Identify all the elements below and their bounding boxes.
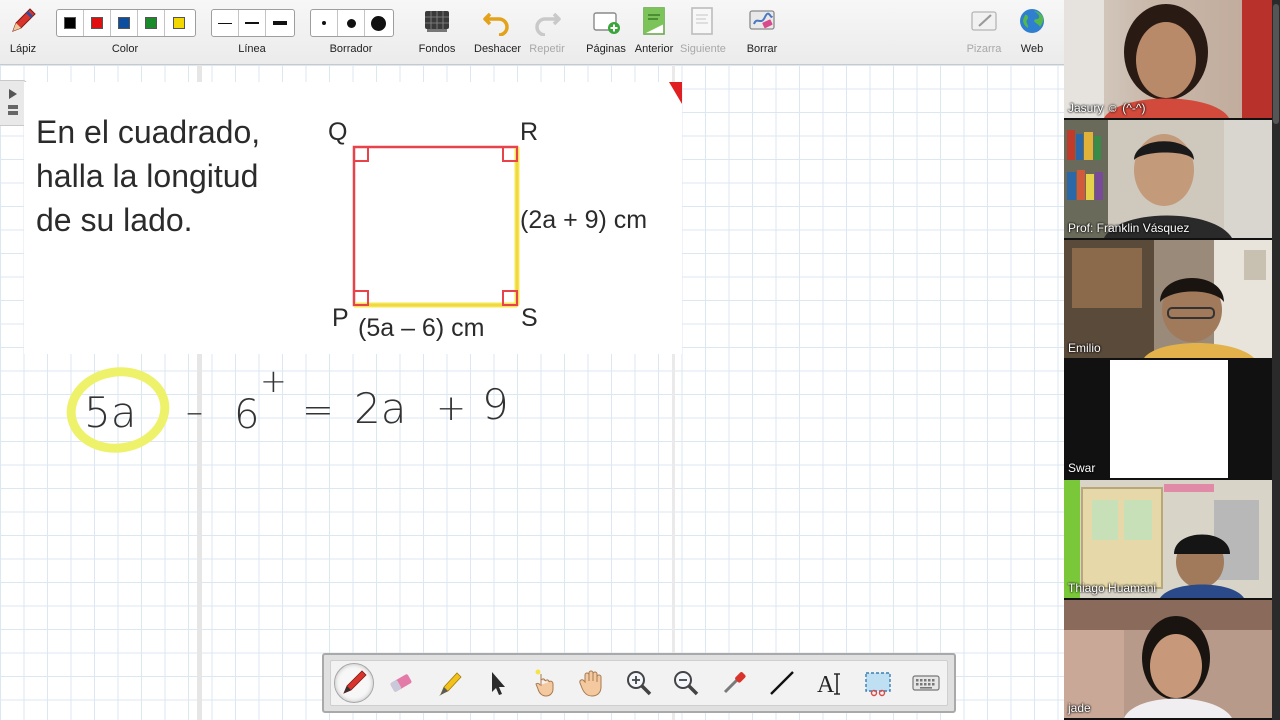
color-picker-button[interactable] [714, 663, 754, 703]
participants-panel: Jasury ☺ (^-^) Prof: Franklin Vásquez Em… [1064, 0, 1280, 720]
clear-board-icon [749, 10, 775, 30]
participant-video [1064, 600, 1274, 718]
web-label: Web [1020, 43, 1044, 55]
equation-superscript-plus: + [260, 362, 287, 400]
participant-name: Swar [1068, 461, 1096, 475]
text-icon: A [817, 672, 840, 698]
web-button[interactable]: Web [1010, 0, 1054, 64]
whiteboard-button[interactable]: Pizarra [962, 0, 1006, 64]
text-tool-button[interactable]: A [810, 663, 850, 703]
next-label: Siguiente [680, 43, 726, 55]
laser-pointer-button[interactable] [525, 663, 565, 703]
undo-label: Deshacer [474, 43, 522, 55]
line-tool: Línea [211, 0, 293, 64]
previous-page-button[interactable]: Anterior [632, 0, 676, 64]
line-label: Línea [238, 43, 266, 55]
side-panel-toggle[interactable] [0, 80, 27, 126]
pages-button[interactable]: Páginas [584, 0, 628, 64]
drawing-toolbar: A [322, 653, 956, 713]
eraser-icon [390, 674, 412, 692]
participant-tile[interactable]: Jasury ☺ (^-^) [1064, 0, 1274, 118]
participant-name: jade [1068, 701, 1091, 715]
straight-line-icon [770, 671, 794, 695]
zoom-out-button[interactable] [666, 663, 706, 703]
pen-tool-button[interactable] [334, 663, 374, 703]
eraser-label: Borrador [329, 43, 373, 55]
zoom-out-icon [674, 671, 699, 696]
backgrounds-button[interactable]: Fondos [414, 0, 460, 64]
screen-capture-button[interactable] [858, 663, 898, 703]
add-page-icon [593, 12, 620, 34]
eyedropper-icon [723, 672, 746, 694]
clear-label: Borrar [746, 43, 778, 55]
pan-tool-button[interactable] [571, 663, 611, 703]
highlighter-tool-button[interactable] [430, 663, 470, 703]
participant-name: Emilio [1068, 341, 1101, 355]
participant-tile[interactable]: jade [1064, 600, 1274, 718]
undo-button[interactable]: Deshacer [474, 0, 522, 64]
pencil-tool[interactable]: Lápiz [2, 0, 44, 64]
redo-button[interactable]: Repetir [524, 0, 570, 64]
participant-name: Jasury ☺ (^-^) [1068, 101, 1146, 115]
laser-hand-icon [535, 669, 554, 697]
equation-equals: = [302, 388, 334, 432]
redo-icon [535, 12, 561, 36]
select-tool-button[interactable] [477, 663, 517, 703]
participant-tile[interactable]: Emilio [1064, 240, 1274, 358]
backgrounds-icon [425, 11, 449, 32]
redo-label: Repetir [529, 43, 565, 55]
right-side-label: (2a + 9) cm [520, 206, 648, 234]
bottom-side-label: (5a – 6) cm [358, 314, 485, 342]
next-page-button[interactable]: Siguiente [680, 0, 726, 64]
pencil-label: Lápiz [9, 43, 37, 55]
pencil-icon [12, 8, 36, 32]
whiteboard-label: Pizarra [966, 43, 1002, 55]
equation-term-2a: 2a [354, 384, 407, 433]
zoom-in-icon [627, 671, 652, 696]
participant-name: Thiago Huamani [1068, 581, 1157, 595]
zoom-in-button[interactable] [619, 663, 659, 703]
problem-image: En el cuadrado, halla la longitud de su … [24, 82, 682, 354]
previous-page-icon [643, 7, 665, 35]
pen-icon [343, 670, 367, 694]
vertex-r-label: R [520, 118, 539, 146]
keyboard-button[interactable] [906, 663, 946, 703]
participant-video [1110, 360, 1228, 478]
equation-plus: + [436, 388, 467, 429]
previous-label: Anterior [634, 43, 674, 55]
svg-text:A: A [817, 672, 835, 698]
color-tool: Color [56, 0, 194, 64]
equation-term-9: 9 [482, 380, 509, 429]
whiteboard-icon [971, 11, 997, 31]
equation-term-5a: 5a [84, 388, 137, 437]
clear-button[interactable]: Borrar [740, 0, 784, 64]
vertex-q-label: Q [328, 118, 348, 146]
expand-panel-icon [8, 89, 18, 115]
backgrounds-label: Fondos [418, 43, 456, 55]
highlighter-icon [439, 672, 462, 696]
screenshot-icon [865, 672, 891, 697]
color-label: Color [111, 43, 139, 55]
globe-icon [1020, 9, 1044, 33]
next-page-icon [691, 7, 713, 35]
scrollbar-thumb[interactable] [1273, 4, 1279, 124]
vertex-s-label: S [521, 304, 538, 332]
keyboard-icon [912, 675, 940, 691]
hand-icon [579, 670, 602, 697]
participant-name: Prof: Franklin Vásquez [1068, 221, 1190, 235]
participant-tile[interactable]: Thiago Huamani [1064, 480, 1274, 598]
participants-scrollbar[interactable] [1272, 0, 1280, 720]
pages-label: Páginas [586, 43, 626, 55]
equation-minus: – [186, 392, 203, 432]
cursor-arrow-icon [492, 672, 505, 695]
undo-icon [483, 12, 509, 36]
vertex-p-label: P [332, 304, 349, 332]
line-draw-button[interactable] [762, 663, 802, 703]
top-toolbar: Lápiz Color Línea Borrador Fondos Deshac… [0, 0, 1064, 65]
eraser-tool-button[interactable] [381, 663, 421, 703]
participant-tile[interactable]: Prof: Franklin Vásquez [1064, 120, 1274, 238]
eraser-tool: Borrador [310, 0, 392, 64]
participant-tile[interactable]: Swar [1064, 360, 1274, 478]
equation-term-6: 6 [234, 392, 260, 438]
